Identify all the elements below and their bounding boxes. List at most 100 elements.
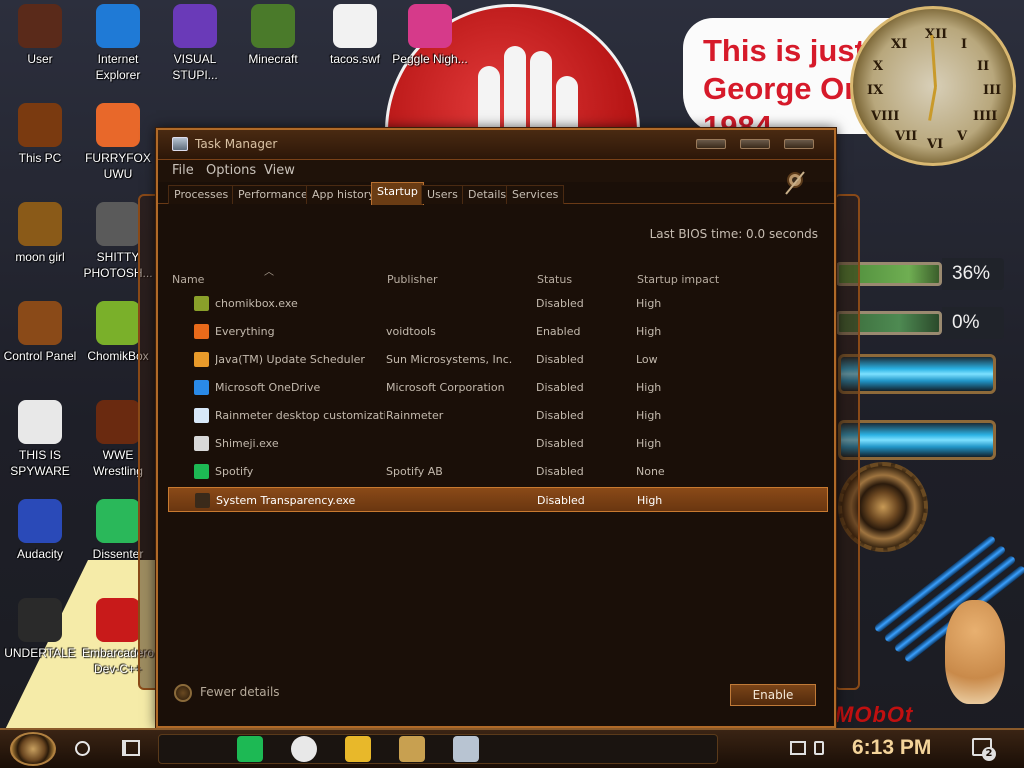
desktop-icon-audacity[interactable]: Audacity (0, 499, 80, 562)
dissenter-icon (96, 499, 140, 543)
desktop-icon-label: User (27, 52, 53, 66)
wallpaper-hand-finger (556, 76, 578, 136)
desktop-icon-flash-file[interactable]: tacos.swf (315, 4, 395, 67)
clock-numeral: III (983, 83, 1002, 98)
startup-item-row[interactable]: System Transparency.exe Disabled High (168, 487, 828, 512)
startup-item-name: Spotify (215, 465, 254, 478)
task-view-icon[interactable] (122, 740, 140, 756)
menu-options[interactable]: Options (206, 163, 256, 178)
startup-item-row[interactable]: Everything voidtools Enabled High (168, 319, 828, 344)
desktop-icon-label: FURRYFOX UWU (85, 151, 151, 181)
desktop-icon-user-folder[interactable]: User (0, 4, 80, 67)
enable-button[interactable]: Enable (730, 684, 816, 706)
desktop-icon-this-pc[interactable]: This PC (0, 103, 80, 166)
desktop-icon-label: Peggle Nigh... (392, 52, 468, 66)
startup-item-row[interactable]: chomikbox.exe Disabled High (168, 291, 828, 316)
tab-processes[interactable]: Processes (168, 185, 235, 204)
startup-item-impact: High (637, 494, 663, 507)
tab-details[interactable]: Details (462, 185, 513, 204)
start-button[interactable] (10, 732, 56, 766)
tab-app-history[interactable]: App history (306, 185, 381, 204)
fewer-details-icon (174, 684, 192, 702)
desktop-icon-edge[interactable]: Internet Explorer (78, 4, 158, 83)
startup-item-impact: High (636, 325, 662, 338)
maximize-button[interactable] (740, 139, 770, 149)
column-header-startup-impact[interactable]: Startup impact (637, 273, 719, 286)
this-pc-icon (18, 103, 62, 147)
startup-item-publisher: Sun Microsystems, Inc. (386, 353, 513, 366)
tab-performance[interactable]: Performance (232, 185, 314, 204)
rainmeter-icon (194, 408, 209, 423)
startup-item-publisher: Rainmeter (386, 409, 444, 422)
column-header-name[interactable]: Name (172, 273, 204, 286)
startup-item-row[interactable]: Shimeji.exe Disabled High (168, 431, 828, 456)
desktop-icon-folder[interactable]: moon girl (0, 202, 80, 265)
startup-item-status: Enabled (536, 325, 581, 338)
close-button[interactable] (784, 139, 814, 149)
tab-startup[interactable]: Startup (371, 182, 424, 205)
clock-numeral: XI (891, 37, 908, 52)
taskbar-file-explorer-icon[interactable] (345, 736, 371, 762)
startup-item-row[interactable]: Spotify Spotify AB Disabled None (168, 459, 828, 484)
shimeji-icon (194, 436, 209, 451)
startup-item-impact: High (636, 297, 662, 310)
startup-item-row[interactable]: Rainmeter desktop customizatio... Rainmet… (168, 403, 828, 428)
startup-item-name: Everything (215, 325, 275, 338)
chomikbox-icon (96, 301, 140, 345)
menu-file[interactable]: File (172, 163, 194, 178)
startup-item-impact: High (636, 381, 662, 394)
last-bios-time: Last BIOS time: 0.0 seconds (649, 227, 818, 241)
startup-item-status: Disabled (536, 409, 584, 422)
startup-item-row[interactable]: Microsoft OneDrive Microsoft Corporation D… (168, 375, 828, 400)
search-circle-icon[interactable] (75, 741, 90, 756)
onedrive-icon (194, 380, 209, 395)
task-manager-window: Task Manager File Options View Processes… (156, 128, 836, 728)
column-header-status[interactable]: Status (537, 273, 572, 286)
startup-item-status: Disabled (537, 494, 585, 507)
folder-icon (18, 202, 62, 246)
wallpaper-hand-finger (504, 46, 526, 136)
tab-services[interactable]: Services (506, 185, 565, 204)
volume-muted-icon[interactable] (814, 741, 824, 755)
column-header-publisher[interactable]: Publisher (387, 273, 438, 286)
window-frame-right-rail (834, 194, 860, 690)
title-bar[interactable]: Task Manager (158, 130, 834, 160)
startup-item-publisher: Microsoft Corporation (386, 381, 505, 394)
taskbar-spotify-icon[interactable] (237, 736, 263, 762)
taskbar-apps-well (158, 734, 718, 764)
taskbar-chrome-icon[interactable] (291, 736, 317, 762)
minecraft-icon (251, 4, 295, 48)
clock-numeral: V (957, 129, 968, 144)
glass-tube-widget (838, 354, 996, 394)
clock-hour-hand (928, 86, 937, 121)
desktop-icon-label: VISUAL STUPI... (172, 52, 218, 82)
startup-item-status: Disabled (536, 381, 584, 394)
minimize-button[interactable] (696, 139, 726, 149)
menu-view[interactable]: View (264, 163, 295, 178)
tab-users[interactable]: Users (421, 185, 464, 204)
desktop-icon-unity[interactable]: UNDERTALE (0, 598, 80, 661)
startup-item-name: Rainmeter desktop customizatio... (215, 409, 385, 422)
desktop-icon-chrome[interactable]: THIS IS SPYWARE (0, 400, 80, 479)
wallpaper-mobot-text: MObOt (835, 702, 914, 727)
taskbar-chomikbox-icon[interactable] (399, 736, 425, 762)
startup-item-row[interactable]: Java(TM) Update Scheduler Sun Microsystem… (168, 347, 828, 372)
startup-item-impact: None (636, 465, 665, 478)
desktop-icon-control-panel[interactable]: Control Panel (0, 301, 80, 364)
desktop-icon-peggle[interactable]: Peggle Nigh... (390, 4, 470, 67)
taskbar: 6:13 PM 2 (0, 728, 1024, 768)
desktop-icon-firefox[interactable]: FURRYFOX UWU (78, 103, 158, 182)
network-icon[interactable] (790, 741, 806, 755)
startup-item-impact: Low (636, 353, 658, 366)
startup-item-status: Disabled (536, 353, 584, 366)
startup-item-impact: High (636, 409, 662, 422)
taskbar-clock[interactable]: 6:13 PM (852, 736, 931, 760)
desktop-icon-label: Audacity (16, 547, 64, 561)
clock-numeral: I (961, 37, 968, 52)
startup-item-status: Disabled (536, 465, 584, 478)
startup-item-name: chomikbox.exe (215, 297, 298, 310)
desktop-icon-visual-studio[interactable]: VISUAL STUPI... (155, 4, 235, 83)
control-panel-icon (18, 301, 62, 345)
desktop-icon-minecraft[interactable]: Minecraft (233, 4, 313, 67)
taskbar-task-manager-icon[interactable] (453, 736, 479, 762)
